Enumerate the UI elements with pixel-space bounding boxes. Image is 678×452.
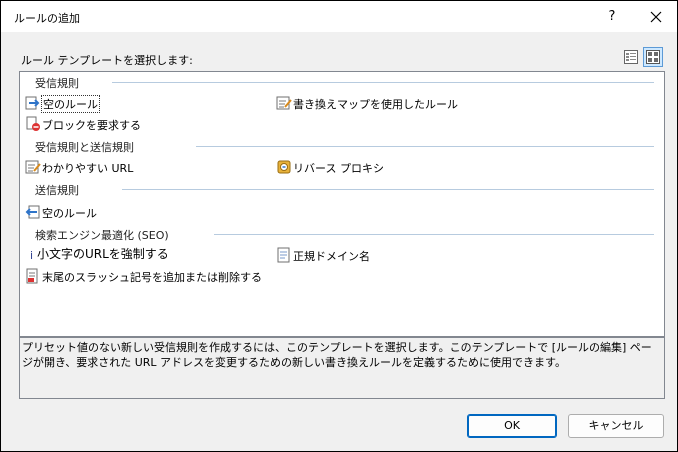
reverse-proxy-icon [277,160,291,174]
template-item-label: ブロックを要求する [42,119,141,132]
group-header-inbound: 受信規則 [20,74,664,90]
help-button[interactable]: ? [597,5,627,29]
group-header-inbound-outbound: 受信規則と送信規則 [20,138,664,154]
blank-rule-icon [25,96,40,110]
ok-button[interactable]: OK [467,414,557,438]
svg-text:i: i [30,249,33,262]
template-list[interactable]: 受信規則 空のルール 書き換えマップを使用したルール ブロックを要求する 受信規… [19,71,665,337]
group-divider [214,234,654,235]
close-icon [650,11,662,23]
template-item-label: 空のルール [42,207,97,220]
cancel-button[interactable]: キャンセル [568,414,664,438]
template-item-label: 正規ドメイン名 [293,250,370,263]
group-divider [112,82,654,83]
trailing-slash-icon [26,268,38,284]
template-item-label: わかりやすい URL [42,162,134,175]
template-item-label: 空のルール [41,95,100,113]
group-divider [122,189,654,190]
template-item-label: 書き換えマップを使用したルール [293,98,458,111]
template-item-label: 小文字のURLを強制する [37,247,169,261]
window-title: ルールの追加 [14,12,80,25]
group-label: 受信規則と送信規則 [35,141,134,154]
group-label: 送信規則 [35,184,79,197]
group-header-outbound: 送信規則 [20,181,664,197]
template-item-label: 末尾のスラッシュ記号を追加または削除する [42,271,262,284]
list-view-icon [624,50,638,64]
rewrite-map-icon [276,96,292,110]
group-header-seo: 検索エンジン最適化 (SEO) [20,226,664,242]
template-prompt: ルール テンプレートを選択します: [21,54,193,67]
group-divider [196,146,654,147]
friendly-url-icon [25,160,41,174]
list-view-button[interactable] [621,47,641,67]
template-item-label: リバース プロキシ [293,162,384,175]
template-description: プリセット値のない新しい受信規則を作成するには、このテンプレートを選択します。こ… [22,341,652,369]
close-button[interactable] [641,5,671,29]
group-label: 受信規則 [35,77,79,90]
description-panel: プリセット値のない新しい受信規則を作成するには、このテンプレートを選択します。こ… [19,337,665,399]
tile-view-icon [646,50,660,64]
group-label: 検索エンジン最適化 (SEO) [35,229,169,242]
tile-view-button[interactable] [643,47,663,67]
title-bar: ルールの追加 ? [1,1,677,32]
blank-outbound-rule-icon [25,205,40,219]
block-request-icon [26,116,40,131]
canonical-domain-icon [277,247,290,263]
add-rule-dialog: ルールの追加 ? ルール テンプレートを選択します: 受信規則 空のルール 書き… [0,0,678,452]
